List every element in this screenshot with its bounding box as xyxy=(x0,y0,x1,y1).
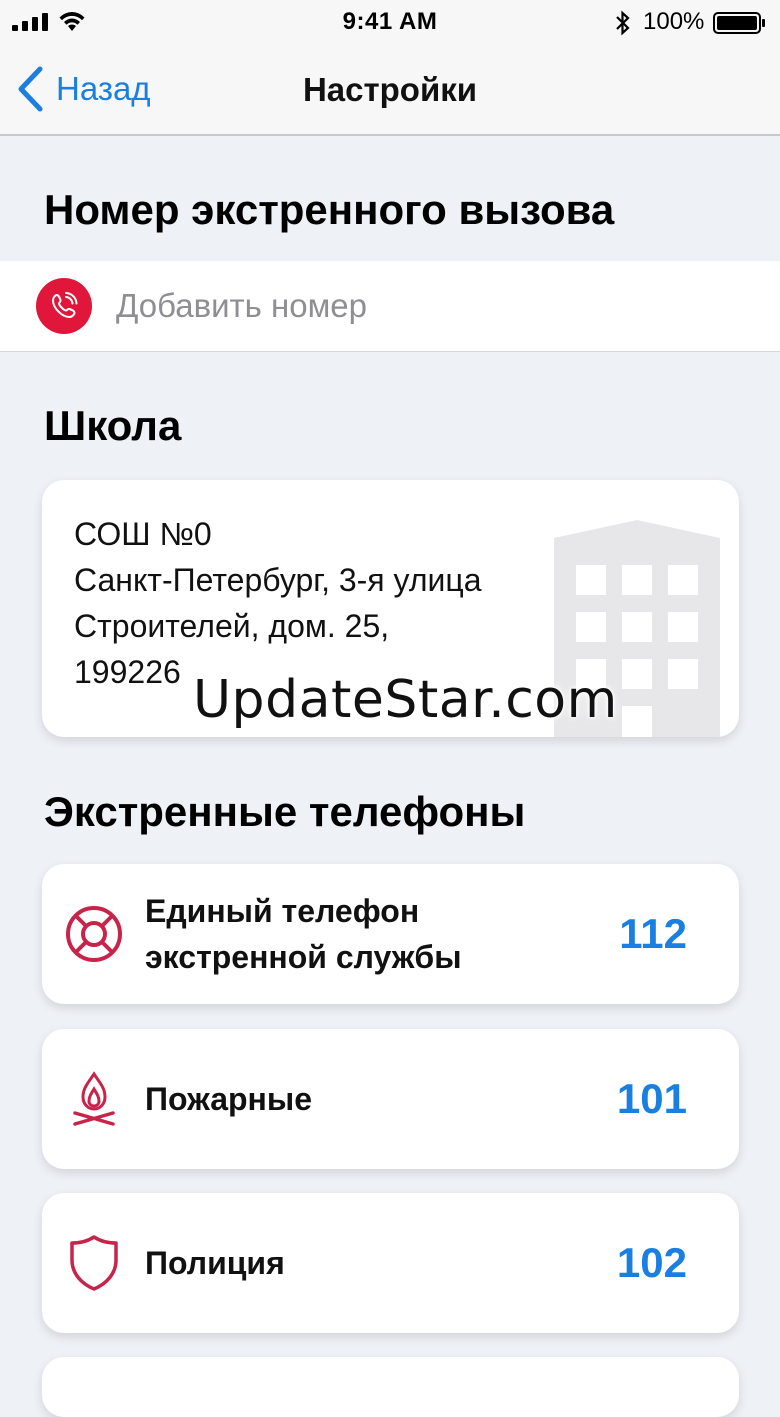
fire-icon xyxy=(64,1069,124,1129)
emergency-item-name: Полиция xyxy=(145,1245,285,1281)
school-address-line-1: Санкт-Петербург, 3-я улица xyxy=(74,562,482,598)
shield-icon xyxy=(64,1233,124,1293)
emergency-item-102[interactable]: Полиция 102 xyxy=(42,1193,739,1333)
school-title: Школа xyxy=(44,402,182,449)
emergency-number-title: Номер экстренного вызова xyxy=(44,186,615,233)
navigation-bar: Назад Настройки xyxy=(0,44,780,136)
school-name: СОШ №0 xyxy=(74,516,212,552)
emergency-item-number[interactable]: 101 xyxy=(617,1075,687,1123)
emergency-item-number[interactable]: 102 xyxy=(617,1239,687,1287)
add-number-row[interactable]: Добавить номер xyxy=(0,261,780,352)
emergency-item-112[interactable]: Единый телефон экстренной службы 112 xyxy=(42,864,739,1004)
emergency-item-number[interactable]: 112 xyxy=(619,910,687,958)
battery-percentage: 100% xyxy=(643,8,705,35)
school-address-line-2: Строителей, дом. 25, xyxy=(74,608,390,644)
school-postal-code: 199226 xyxy=(74,654,181,690)
lifebuoy-icon xyxy=(64,904,124,964)
emergency-item-101[interactable]: Пожарные 101 xyxy=(42,1029,739,1169)
battery-icon xyxy=(713,12,765,34)
emergency-item-name: Единый телефон экстренной службы xyxy=(145,893,462,975)
status-bar: 9:41 AM 100% xyxy=(0,0,780,44)
emergency-phones-title: Экстренные телефоны xyxy=(44,788,526,835)
bluetooth-icon xyxy=(616,10,630,36)
page-title: Настройки xyxy=(302,71,478,108)
watermark-text: UpdateStar.com xyxy=(193,670,618,730)
add-number-label: Добавить номер xyxy=(116,287,367,324)
emergency-item-partial[interactable] xyxy=(42,1357,739,1417)
phone-icon xyxy=(36,278,92,334)
emergency-item-name: Пожарные xyxy=(145,1081,312,1117)
